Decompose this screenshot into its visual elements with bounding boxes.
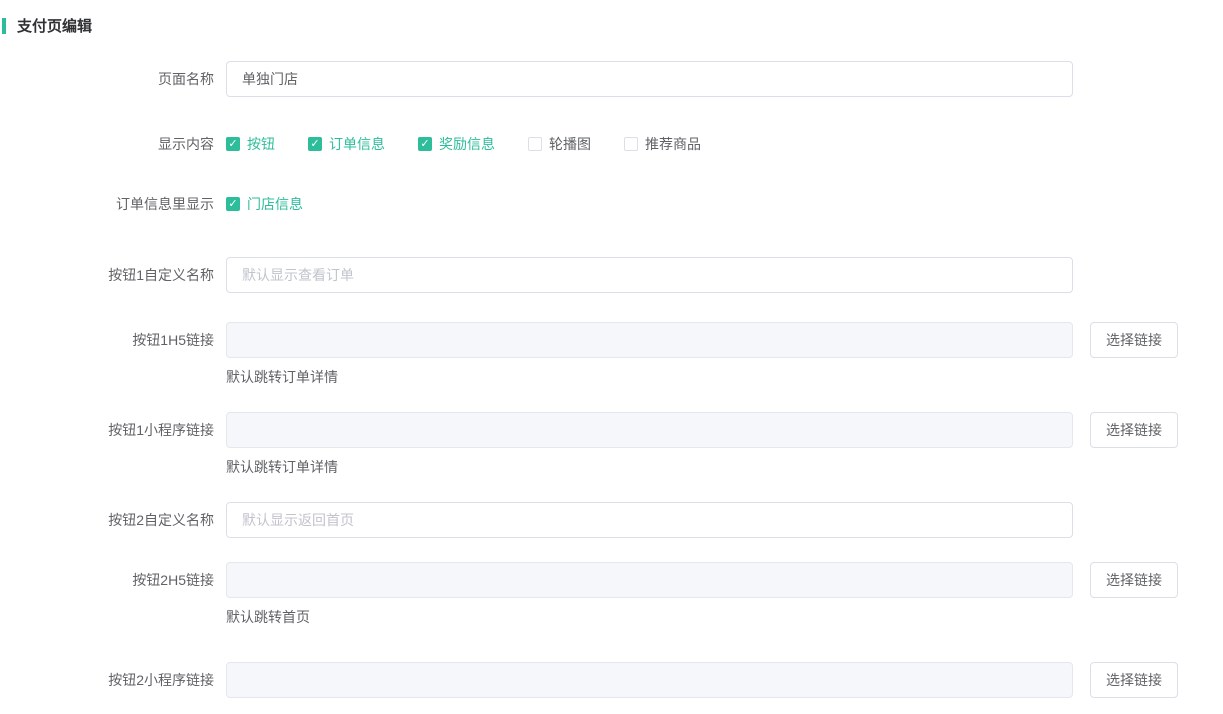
btn1-mini-link-hint: 默认跳转订单详情: [226, 459, 1223, 475]
checkbox-推荐商品[interactable]: 推荐商品: [624, 134, 701, 154]
btn2-mini-select-link-button[interactable]: 选择链接: [1090, 662, 1178, 698]
btn1-name-input[interactable]: [226, 257, 1073, 293]
page-name-input[interactable]: [226, 61, 1073, 97]
btn1-mini-select-link-button[interactable]: 选择链接: [1090, 412, 1178, 448]
btn1-mini-link-input: [226, 412, 1073, 448]
field-row-btn1-h5-link: 按钮1H5链接 选择链接 默认跳转订单详情: [0, 322, 1223, 385]
field-row-display-content: 显示内容 ✓ 按钮 ✓ 订单信息 ✓ 奖励信息 轮播图 推荐商品: [0, 134, 1223, 154]
title-accent-bar-icon: [2, 18, 6, 34]
checkbox-订单信息[interactable]: ✓ 订单信息: [308, 134, 385, 154]
checkbox-label: 门店信息: [247, 194, 303, 214]
checkbox-checked-icon: ✓: [226, 197, 240, 211]
btn1-name-label: 按钮1自定义名称: [0, 257, 226, 293]
payment-page-edit-panel: 支付页编辑 页面名称 显示内容 ✓ 按钮 ✓ 订单信息 ✓ 奖励信息 轮播图 推荐商品 订单信…: [0, 0, 1223, 698]
btn2-h5-link-input: [226, 562, 1073, 598]
field-row-btn2-name: 按钮2自定义名称: [0, 502, 1223, 538]
btn2-mini-link-label: 按钮2小程序链接: [0, 662, 226, 698]
checkbox-label: 按钮: [247, 134, 275, 154]
btn2-mini-link-input: [226, 662, 1073, 698]
checkbox-label: 奖励信息: [439, 134, 495, 154]
btn1-h5-select-link-button[interactable]: 选择链接: [1090, 322, 1178, 358]
checkbox-label: 订单信息: [329, 134, 385, 154]
checkbox-label: 轮播图: [549, 134, 591, 154]
btn2-h5-link-hint: 默认跳转首页: [226, 609, 1223, 625]
order-info-display-label: 订单信息里显示: [0, 194, 226, 214]
checkbox-label: 推荐商品: [645, 134, 701, 154]
field-row-order-info-display: 订单信息里显示 ✓ 门店信息: [0, 194, 1223, 214]
page-title: 支付页编辑: [17, 15, 92, 36]
checkbox-unchecked-icon: [528, 137, 542, 151]
field-row-btn1-mini-link: 按钮1小程序链接 选择链接 默认跳转订单详情: [0, 412, 1223, 475]
page-name-label: 页面名称: [0, 61, 226, 97]
btn2-name-label: 按钮2自定义名称: [0, 502, 226, 538]
checkbox-checked-icon: ✓: [308, 137, 322, 151]
checkbox-奖励信息[interactable]: ✓ 奖励信息: [418, 134, 495, 154]
checkbox-checked-icon: ✓: [418, 137, 432, 151]
field-row-btn2-mini-link: 按钮2小程序链接 选择链接: [0, 662, 1223, 698]
btn1-mini-link-label: 按钮1小程序链接: [0, 412, 226, 448]
checkbox-按钮[interactable]: ✓ 按钮: [226, 134, 275, 154]
checkbox-unchecked-icon: [624, 137, 638, 151]
field-row-page-name: 页面名称: [0, 61, 1223, 97]
checkbox-门店信息[interactable]: ✓ 门店信息: [226, 194, 303, 214]
section-title: 支付页编辑: [2, 15, 1223, 36]
btn1-h5-link-hint: 默认跳转订单详情: [226, 369, 1223, 385]
field-row-btn2-h5-link: 按钮2H5链接 选择链接 默认跳转首页: [0, 562, 1223, 625]
checkbox-轮播图[interactable]: 轮播图: [528, 134, 591, 154]
order-info-checkbox-group: ✓ 门店信息: [226, 194, 1223, 214]
field-row-btn1-name: 按钮1自定义名称: [0, 257, 1223, 293]
checkbox-checked-icon: ✓: [226, 137, 240, 151]
display-content-label: 显示内容: [0, 134, 226, 154]
btn1-h5-link-input: [226, 322, 1073, 358]
btn1-h5-link-label: 按钮1H5链接: [0, 322, 226, 358]
btn2-h5-select-link-button[interactable]: 选择链接: [1090, 562, 1178, 598]
display-content-checkbox-group: ✓ 按钮 ✓ 订单信息 ✓ 奖励信息 轮播图 推荐商品: [226, 134, 1223, 154]
btn2-h5-link-label: 按钮2H5链接: [0, 562, 226, 598]
btn2-name-input[interactable]: [226, 502, 1073, 538]
